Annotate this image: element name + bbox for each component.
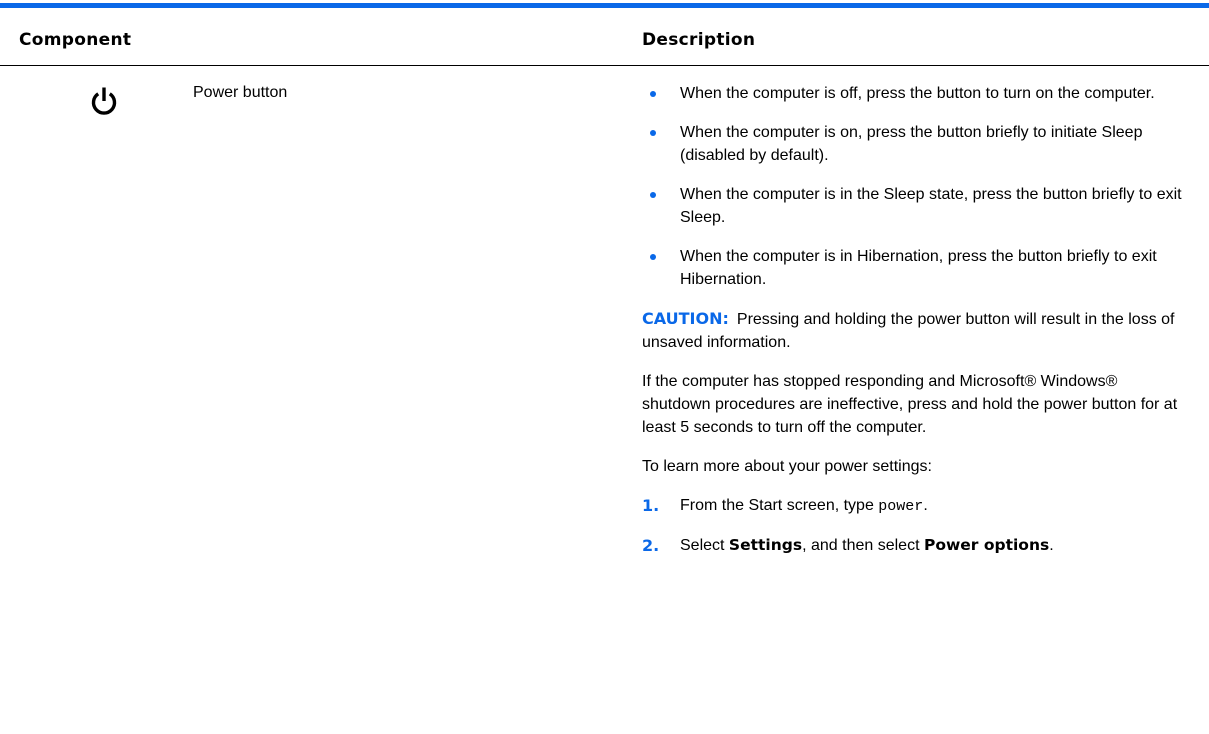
column-header-component: Component (19, 30, 132, 50)
list-item-text: When the computer is in Hibernation, pre… (680, 248, 1157, 288)
step-text: Select (680, 537, 729, 554)
column-header-description: Description (642, 30, 756, 50)
power-settings-intro: To learn more about your power settings: (642, 458, 932, 475)
power-icon (88, 85, 120, 117)
step-text: From the Start screen, type (680, 497, 879, 514)
bullet-icon (650, 91, 656, 97)
list-item: When the computer is on, press the butto… (642, 121, 1182, 167)
step-number: 2. (642, 536, 660, 555)
step-item: 2. Select Settings, and then select Powe… (642, 534, 1182, 557)
bullet-icon (650, 130, 656, 136)
step-code: power (878, 498, 924, 515)
caution-label: CAUTION: (642, 309, 729, 328)
behavior-list: When the computer is off, press the butt… (642, 82, 1182, 291)
step-text-middle: , and then select (802, 537, 924, 554)
step-number: 1. (642, 496, 660, 515)
document-page: Component Description Power button When … (0, 0, 1209, 734)
list-item: When the computer is in Hibernation, pre… (642, 245, 1182, 291)
bullet-icon (650, 192, 656, 198)
list-item-text: When the computer is in the Sleep state,… (680, 186, 1182, 226)
list-item: When the computer is off, press the butt… (642, 82, 1182, 105)
power-icon-graphic (91, 87, 117, 115)
list-item-text: When the computer is on, press the butto… (680, 124, 1143, 164)
bullet-icon (650, 254, 656, 260)
step-text-end: . (1049, 537, 1054, 554)
step-bold-power-options: Power options (923, 536, 1050, 554)
unresponsive-paragraph: If the computer has stopped responding a… (642, 373, 1178, 436)
caution-note: CAUTION: Pressing and holding the power b… (642, 307, 1182, 354)
step-bold-settings: Settings (728, 536, 803, 554)
table-header-row: Component Description (0, 8, 1209, 65)
component-name: Power button (193, 84, 288, 101)
description-cell: When the computer is off, press the butt… (642, 82, 1182, 573)
step-item: 1. From the Start screen, type power. (642, 494, 1182, 518)
list-item-text: When the computer is off, press the butt… (680, 85, 1155, 102)
steps-list: 1. From the Start screen, type power. 2.… (642, 494, 1182, 557)
header-divider (0, 65, 1209, 66)
list-item: When the computer is in the Sleep state,… (642, 183, 1182, 229)
step-text-end: . (923, 497, 928, 514)
